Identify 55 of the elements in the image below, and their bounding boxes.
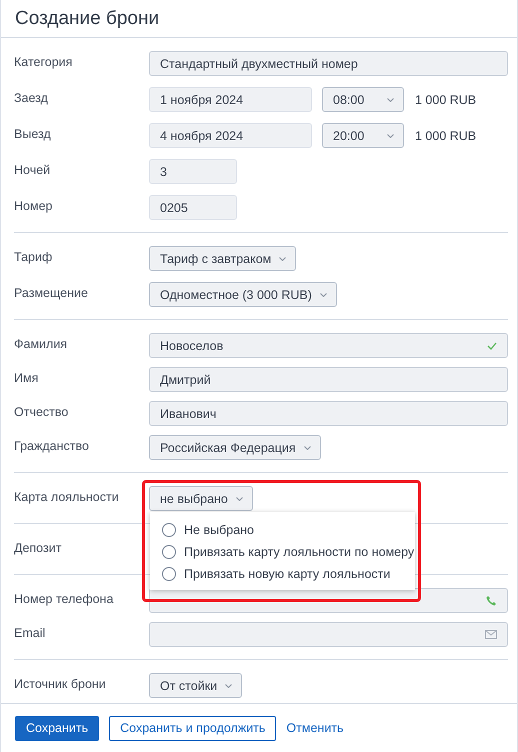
- save-button[interactable]: Сохранить: [15, 716, 100, 740]
- dropdown-select[interactable]: не выбрано: [149, 486, 253, 511]
- field-label: Номер: [14, 198, 54, 212]
- radio-button[interactable]: [162, 566, 176, 580]
- field-label: Размещение: [14, 286, 89, 300]
- option-label: Не выбрано: [184, 522, 254, 536]
- menu-option[interactable]: Привязать новую карту лояльности: [162, 565, 415, 582]
- price-text: 1 000 RUB: [415, 92, 476, 106]
- save-continue-button[interactable]: Сохранить и продолжить: [109, 716, 276, 740]
- input-field[interactable]: Иванович: [149, 401, 508, 426]
- field-label: Выезд: [14, 126, 52, 140]
- field-label: Источник брони: [14, 676, 107, 690]
- field-label: Ночей: [14, 162, 52, 176]
- input-field[interactable]: Дмитрий: [149, 367, 508, 392]
- field-label: Email: [14, 626, 46, 640]
- caret-icon: [304, 446, 311, 450]
- date-field[interactable]: 1 ноября 2024: [149, 87, 312, 112]
- window-title: Создание брони: [15, 8, 160, 30]
- input-field[interactable]: [149, 622, 508, 647]
- caret-icon: [236, 496, 243, 500]
- field-label: Имя: [14, 370, 40, 384]
- caret-icon: [225, 684, 232, 688]
- option-label: Привязать карту лояльности по номеру: [184, 544, 414, 558]
- dropdown-select[interactable]: Тариф с завтраком: [149, 246, 296, 271]
- mail-icon: [485, 630, 497, 639]
- input-field[interactable]: Новоселов: [149, 333, 508, 358]
- caret-icon: [387, 134, 394, 138]
- field-label: Фамилия: [14, 336, 68, 350]
- field-label: Категория: [14, 54, 74, 68]
- cancel-link[interactable]: Отменить: [286, 716, 344, 740]
- option-label: Привязать новую карту лояльности: [184, 566, 390, 580]
- dropdown-select[interactable]: Одноместное (3 000 RUB): [149, 282, 337, 307]
- caret-icon: [279, 256, 286, 260]
- radio-button[interactable]: [162, 544, 176, 558]
- time-select[interactable]: 08:00: [322, 87, 404, 112]
- field-label: Отчество: [14, 404, 70, 418]
- menu-option[interactable]: Не выбрано: [162, 521, 415, 538]
- field-label: Заезд: [14, 90, 49, 104]
- time-select[interactable]: 20:00: [322, 123, 404, 148]
- radio-button[interactable]: [162, 522, 176, 536]
- caret-icon: [387, 98, 394, 102]
- dropdown-select[interactable]: От стойки: [149, 673, 242, 698]
- input-field[interactable]: 3: [149, 159, 237, 184]
- field-label: Номер телефона: [14, 592, 114, 606]
- field-label: Карта лояльности: [14, 490, 120, 504]
- input-field[interactable]: Стандартный двухместный номер: [149, 51, 508, 76]
- field-label: Тариф: [14, 250, 54, 264]
- date-field[interactable]: 4 ноября 2024: [149, 123, 312, 148]
- field-label: Депозит: [14, 540, 62, 554]
- caret-icon: [320, 292, 327, 296]
- dropdown-select[interactable]: Российская Федерация: [149, 435, 321, 460]
- input-field[interactable]: 0205: [149, 195, 237, 220]
- price-text: 1 000 RUB: [415, 128, 476, 142]
- menu-option[interactable]: Привязать карту лояльности по номеру: [162, 543, 415, 560]
- field-label: Гражданство: [14, 438, 90, 452]
